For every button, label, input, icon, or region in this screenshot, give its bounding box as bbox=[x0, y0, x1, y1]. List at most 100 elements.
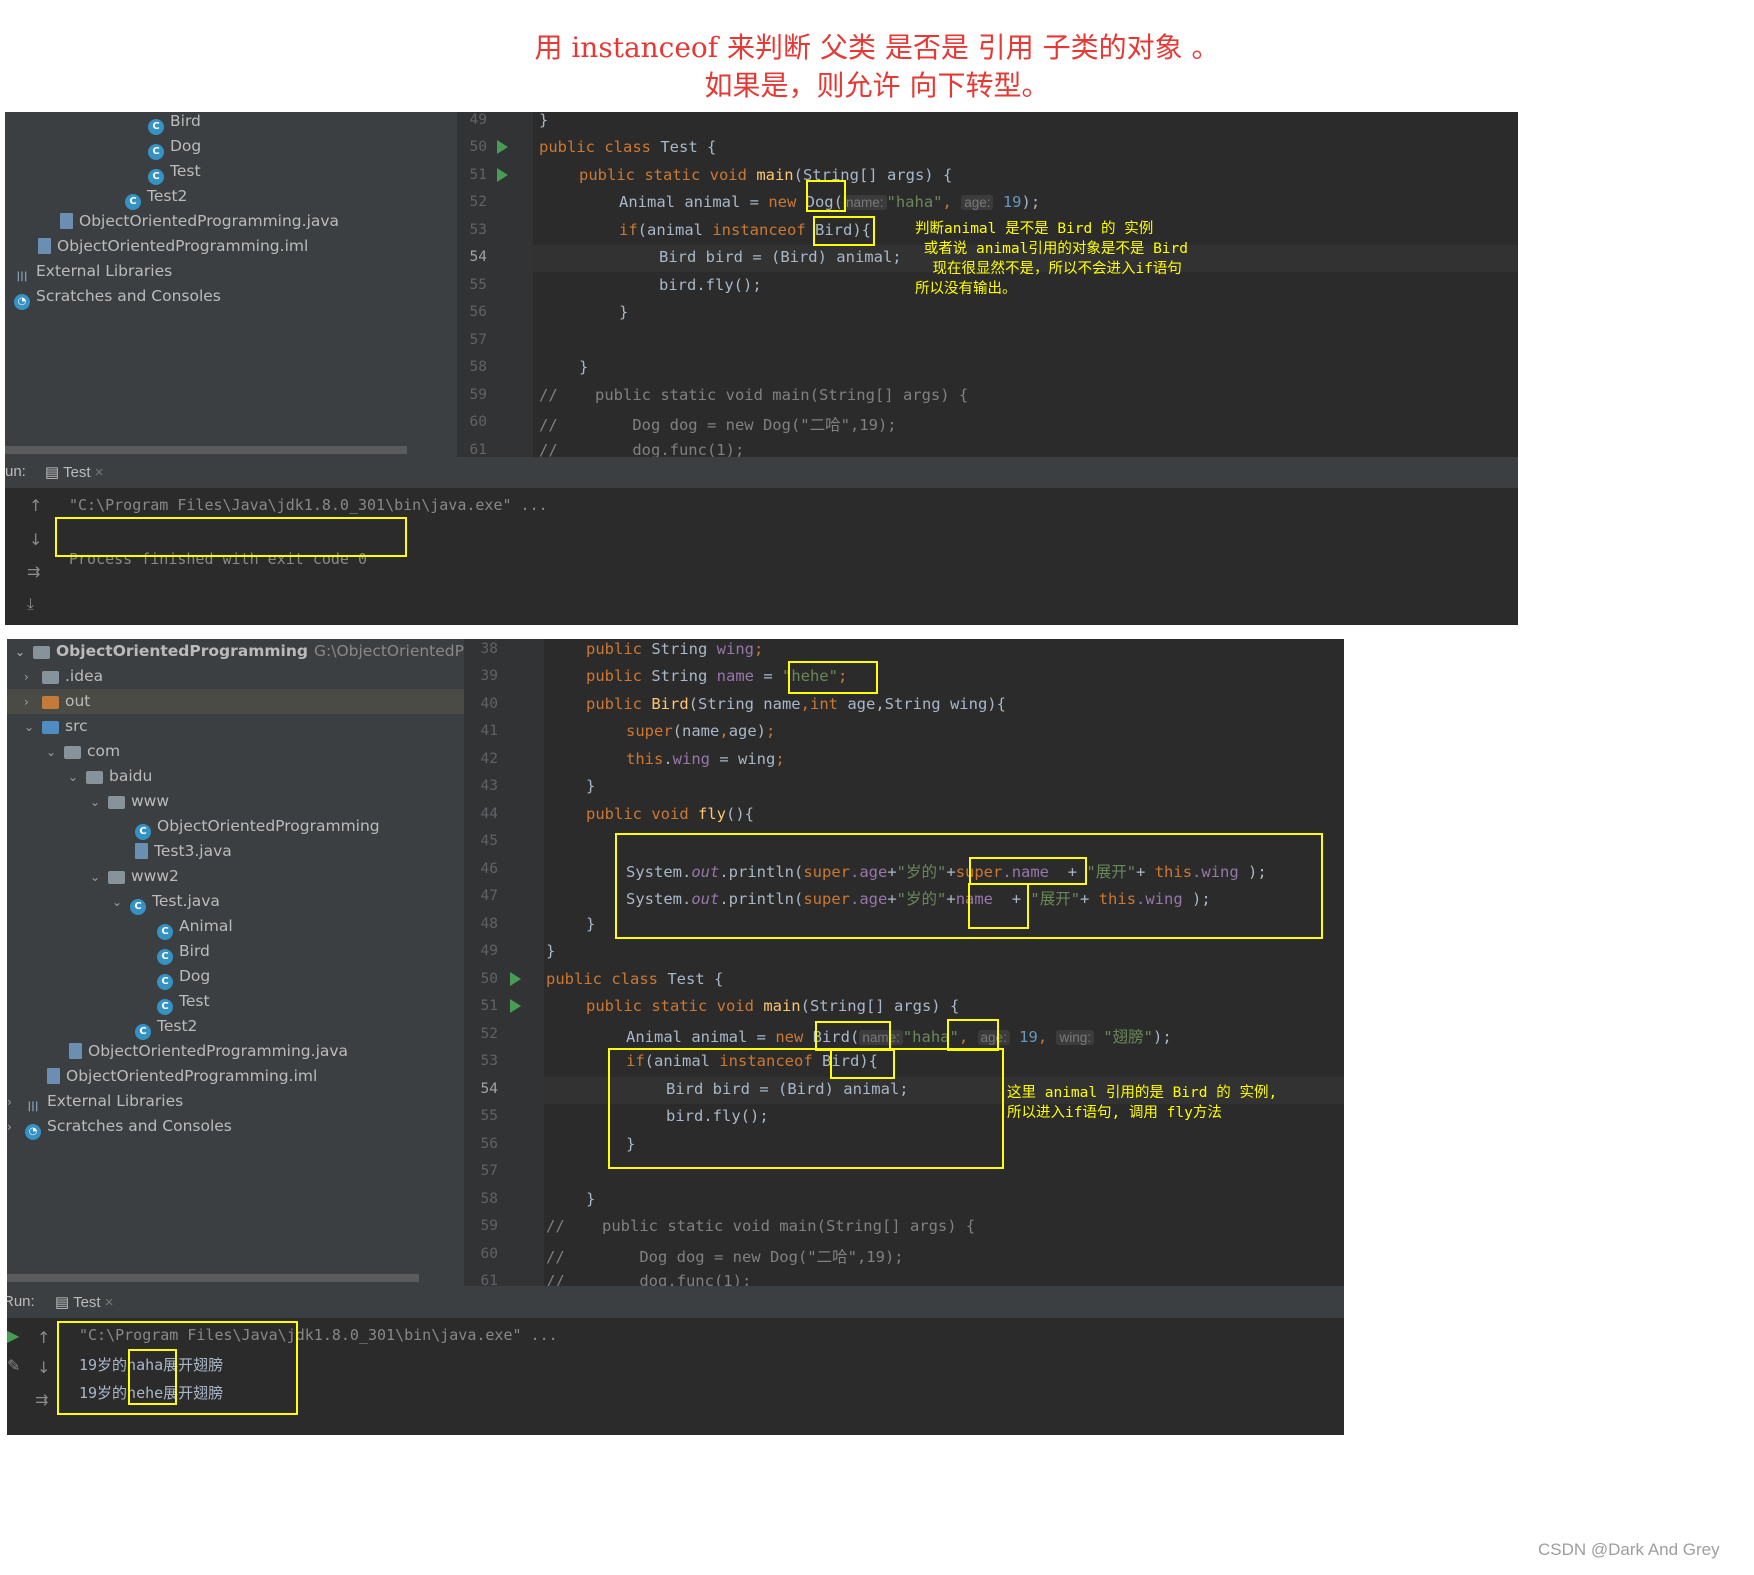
class-icon: C bbox=[148, 144, 164, 160]
code-line-56: } bbox=[619, 303, 629, 321]
close-icon[interactable]: × bbox=[95, 464, 104, 481]
tree-item-baidu[interactable]: ⌄ baidu bbox=[68, 764, 152, 789]
code-line-49: } bbox=[539, 112, 549, 129]
line-number: 44 bbox=[480, 806, 498, 822]
run-class-icon[interactable] bbox=[497, 140, 508, 154]
wrench-icon[interactable]: ✎ bbox=[7, 1356, 20, 1375]
tree-item-iml-file[interactable]: ObjectOrientedProgramming.iml bbox=[47, 1064, 317, 1089]
chevron-down-icon[interactable]: ⌄ bbox=[90, 865, 104, 890]
code-line-54: Bird bird = (Bird) animal; bbox=[659, 248, 902, 266]
class-icon: C bbox=[130, 899, 146, 915]
down-arrow-icon[interactable]: ↓ bbox=[29, 530, 42, 549]
down-arrow-icon[interactable]: ↓ bbox=[37, 1358, 50, 1377]
code-line-42: this.wing = wing; bbox=[626, 750, 785, 768]
line-number: 38 bbox=[480, 641, 498, 657]
tree-item-scratches[interactable]: › ◔ Scratches and Consoles bbox=[7, 1114, 232, 1140]
tree-item-test[interactable]: C Test bbox=[148, 159, 201, 185]
code-line-51: public static void main(String[] args) { bbox=[579, 166, 953, 184]
tree-horizontal-scrollbar[interactable] bbox=[5, 446, 407, 454]
tree-item-idea[interactable]: › .idea bbox=[24, 664, 103, 689]
run-main-icon[interactable] bbox=[510, 999, 521, 1013]
chevron-down-icon[interactable]: ⌄ bbox=[24, 715, 38, 740]
tree-item-scratches[interactable]: ◔ Scratches and Consoles bbox=[14, 284, 221, 310]
tree-horizontal-scrollbar[interactable] bbox=[7, 1274, 419, 1282]
line-number: 57 bbox=[480, 1163, 498, 1179]
chevron-right-icon[interactable]: › bbox=[24, 665, 38, 690]
chevron-right-icon[interactable]: › bbox=[24, 690, 38, 715]
scroll-to-end-icon[interactable]: ⤓ bbox=[27, 594, 34, 614]
chevron-down-icon[interactable]: ⌄ bbox=[68, 765, 82, 790]
close-icon[interactable]: × bbox=[105, 1294, 114, 1311]
highlight-box-hehe bbox=[788, 661, 878, 694]
tree-item-external-libraries[interactable]: ||| External Libraries bbox=[14, 259, 173, 284]
class-icon: C bbox=[135, 1024, 151, 1040]
java-file-icon bbox=[60, 213, 73, 229]
class-icon: C bbox=[157, 924, 173, 940]
tree-item-test2[interactable]: C Test2 bbox=[125, 184, 187, 210]
chevron-down-icon[interactable]: ⌄ bbox=[46, 740, 60, 765]
chevron-down-icon[interactable]: ⌄ bbox=[15, 640, 29, 665]
highlight-box-bird-instanceof bbox=[830, 1049, 895, 1079]
run-tab-test[interactable]: ▤ Test × bbox=[45, 463, 104, 481]
run-tab-test[interactable]: ▤ Test × bbox=[55, 1293, 114, 1311]
line-number: 52 bbox=[469, 194, 487, 210]
tree-item-www2[interactable]: ⌄ www2 bbox=[90, 864, 179, 889]
tree-item-www[interactable]: ⌄ www bbox=[90, 789, 169, 814]
chevron-right-icon[interactable]: › bbox=[7, 1090, 21, 1115]
caption-line-1: 用 instanceof 来判断 父类 是否是 引用 子类的对象 。 bbox=[534, 31, 1220, 64]
tree-item-test2[interactable]: C Test2 bbox=[135, 1014, 197, 1040]
tree-item-out[interactable]: › out bbox=[7, 689, 464, 714]
folder-icon bbox=[42, 671, 59, 684]
code-line-38: public String wing; bbox=[586, 640, 764, 658]
top-project-tree: C Bird C Dog C Test C Test2 ObjectOrientedPr… bbox=[5, 112, 457, 457]
tree-item-dog[interactable]: C Dog bbox=[157, 964, 210, 990]
up-arrow-icon[interactable]: ↑ bbox=[37, 1328, 50, 1347]
chevron-down-icon[interactable]: ⌄ bbox=[90, 790, 104, 815]
tree-item-java-file[interactable]: ObjectOrientedProgramming.java bbox=[69, 1039, 348, 1064]
tree-item-test-java[interactable]: ⌄ C Test.java bbox=[112, 889, 220, 915]
bottom-editor-gutter: 38 39 40 41 42 43 44 45 46 47 48 49 50 5… bbox=[464, 639, 544, 1289]
console-line-command: "C:\Program Files\Java\jdk1.8.0_301\bin\… bbox=[69, 496, 548, 514]
soft-wrap-icon[interactable]: ⇉ bbox=[27, 562, 40, 581]
run-main-icon[interactable] bbox=[497, 168, 508, 182]
code-line-59: // public static void main(String[] args… bbox=[546, 1217, 976, 1235]
tree-item-project-root[interactable]: ⌄ ObjectOrientedProgramming G:\ObjectOrien… bbox=[15, 639, 464, 664]
library-icon: ||| bbox=[16, 271, 28, 282]
code-line-43: } bbox=[586, 777, 596, 795]
code-line-60: // Dog dog = new Dog("二哈",19); bbox=[539, 416, 897, 434]
soft-wrap-icon[interactable]: ⇉ bbox=[35, 1390, 48, 1409]
tree-item-java-file[interactable]: ObjectOrientedProgramming.java bbox=[60, 209, 339, 234]
run-class-icon[interactable] bbox=[510, 972, 521, 986]
line-number: 58 bbox=[480, 1191, 498, 1207]
rerun-icon[interactable]: ▶ bbox=[7, 1326, 19, 1345]
tree-item-dog[interactable]: C Dog bbox=[148, 134, 201, 160]
line-number: 55 bbox=[469, 277, 487, 293]
tree-item-test3-java[interactable]: Test3.java bbox=[135, 839, 232, 864]
package-icon bbox=[108, 796, 125, 809]
chevron-down-icon[interactable]: ⌄ bbox=[112, 890, 126, 915]
scratches-icon: ◔ bbox=[25, 1124, 41, 1140]
tree-item-external-libraries[interactable]: › ||| External Libraries bbox=[7, 1089, 183, 1114]
line-number: 53 bbox=[469, 222, 487, 238]
package-icon bbox=[86, 771, 103, 784]
top-run-toolbar: un: ▤ Test × bbox=[5, 457, 1518, 488]
tree-item-test[interactable]: C Test bbox=[157, 989, 210, 1015]
code-line-58: } bbox=[586, 1190, 596, 1208]
tree-item-bird[interactable]: C Bird bbox=[157, 939, 210, 965]
console-tab-icon: ▤ bbox=[45, 464, 64, 481]
line-number: 54 bbox=[480, 1081, 498, 1097]
tree-item-iml-file[interactable]: ObjectOrientedProgramming.iml bbox=[38, 234, 308, 259]
line-number: 51 bbox=[480, 998, 498, 1014]
java-file-icon bbox=[69, 1043, 82, 1059]
line-number: 53 bbox=[480, 1053, 498, 1069]
tree-item-src[interactable]: ⌄ src bbox=[24, 714, 88, 739]
annotation-note-bottom: 这里 animal 引用的是 Bird 的 实例, 所以进入if语句, 调用 f… bbox=[1007, 1085, 1278, 1121]
bottom-code-editor[interactable]: public String wing; public String name =… bbox=[544, 639, 1344, 1290]
tree-item-bird[interactable]: C Bird bbox=[148, 112, 201, 135]
tree-item-animal[interactable]: C Animal bbox=[157, 914, 233, 940]
chevron-right-icon[interactable]: › bbox=[7, 1115, 21, 1140]
highlight-box-haha bbox=[947, 1019, 999, 1051]
tree-item-com[interactable]: ⌄ com bbox=[46, 739, 120, 764]
up-arrow-icon[interactable]: ↑ bbox=[29, 496, 42, 515]
tree-item-oop-class[interactable]: C ObjectOrientedProgramming bbox=[135, 814, 380, 840]
